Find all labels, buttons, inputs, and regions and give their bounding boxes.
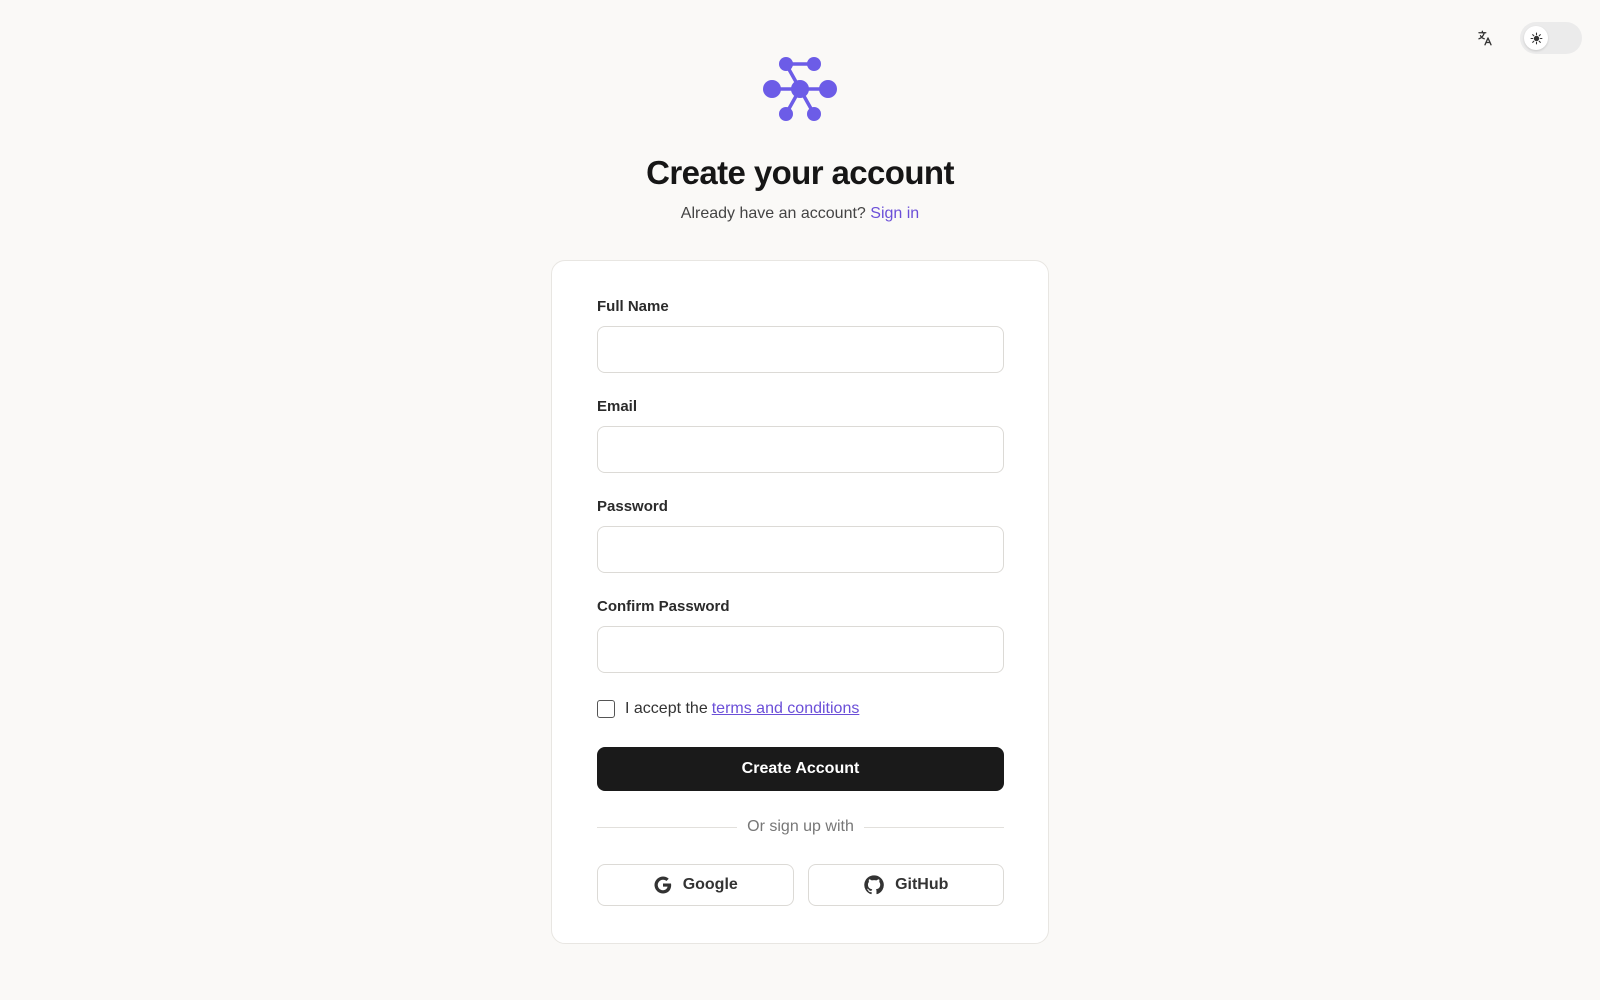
full-name-input[interactable] [597,326,1004,373]
email-field: Email [597,397,1004,473]
page-title: Create your account [646,154,954,191]
confirm-password-label: Confirm Password [597,598,730,615]
full-name-label: Full Name [597,298,669,315]
confirm-password-field: Confirm Password [597,597,1004,673]
divider-text: Or sign up with [747,818,854,835]
google-button[interactable]: Google [597,864,794,906]
social-buttons: Google GitHub [597,864,1004,906]
email-label: Email [597,398,638,415]
logo-icon [763,57,837,121]
divider-line [597,826,738,828]
divider-line [863,826,1004,828]
confirm-password-input[interactable] [597,626,1004,673]
github-label: GitHub [895,876,949,893]
full-name-field: Full Name [597,297,1004,373]
password-input[interactable] [597,526,1004,573]
terms-prefix: I accept the [625,700,708,717]
email-input[interactable] [597,426,1004,473]
signup-divider: Or sign up with [597,818,1004,836]
github-button[interactable]: GitHub [807,864,1004,906]
signin-prompt-text: Already have an account? [680,205,866,222]
password-label: Password [597,498,668,515]
terms-link[interactable]: terms and conditions [712,700,860,718]
google-icon [654,876,671,894]
github-icon [864,875,884,895]
terms-row: I accept the terms and conditions [597,700,1003,718]
create-account-button[interactable]: Create Account [597,747,1004,791]
signin-prompt: Already have an account? Sign in [681,205,919,223]
page-header: Create your account Already have an acco… [0,0,1600,223]
signup-card: Full Name Email Password Confirm Passwor… [551,260,1049,944]
terms-checkbox[interactable] [597,700,615,718]
password-field: Password [597,497,1004,573]
google-label: Google [682,876,738,893]
signin-link[interactable]: Sign in [870,205,919,222]
